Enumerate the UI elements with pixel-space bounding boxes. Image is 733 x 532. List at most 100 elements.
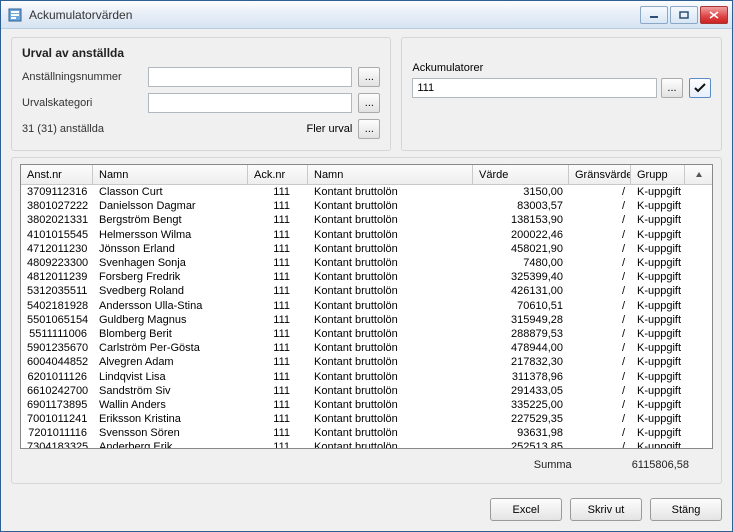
ack-browse-button[interactable]: ... — [661, 78, 683, 98]
grid-header[interactable]: Anst.nr Namn Ack.nr Namn Värde Gränsvärd… — [21, 165, 712, 185]
table-row[interactable]: 3802021331Bergström Bengt111Kontant brut… — [21, 213, 712, 227]
cell-grans: / — [569, 314, 631, 326]
cell-grupp: K-uppgift — [631, 186, 685, 198]
table-row[interactable]: 7304183325Anderberg Erik111Kontant brutt… — [21, 440, 712, 448]
cell-grupp: K-uppgift — [631, 385, 685, 397]
cell-ack: 111 — [248, 427, 308, 439]
group-urval: Urval av anställda Anställningsnummer ..… — [11, 37, 391, 151]
urval-browse-button[interactable]: ... — [358, 93, 380, 113]
table-row[interactable]: 3801027222Danielsson Dagmar111Kontant br… — [21, 199, 712, 213]
window-controls — [640, 6, 728, 24]
cell-val: 227529,35 — [473, 413, 569, 425]
col-namn[interactable]: Namn — [93, 165, 248, 184]
cell-namn2: Kontant bruttolön — [308, 385, 473, 397]
table-row[interactable]: 6004044852Alvegren Adam111Kontant brutto… — [21, 355, 712, 369]
cell-namn2: Kontant bruttolön — [308, 399, 473, 411]
cell-grupp: K-uppgift — [631, 413, 685, 425]
cell-ack: 111 — [248, 356, 308, 368]
cell-grans: / — [569, 229, 631, 241]
minimize-button[interactable] — [640, 6, 668, 24]
apply-button[interactable] — [689, 78, 711, 98]
table-row[interactable]: 4809223300Svenhagen Sonja111Kontant brut… — [21, 256, 712, 270]
cell-grupp: K-uppgift — [631, 300, 685, 312]
cell-ack: 111 — [248, 285, 308, 297]
cell-namn: Svedberg Roland — [93, 285, 248, 297]
cell-anst: 5901235670 — [21, 342, 93, 354]
close-dialog-button[interactable]: Stäng — [650, 498, 722, 521]
cell-grans: / — [569, 200, 631, 212]
table-row[interactable]: 6901173895Wallin Anders111Kontant brutto… — [21, 398, 712, 412]
excel-button[interactable]: Excel — [490, 498, 562, 521]
filters-row: Urval av anställda Anställningsnummer ..… — [11, 37, 722, 151]
cell-val: 288879,53 — [473, 328, 569, 340]
cell-anst: 5501065154 — [21, 314, 93, 326]
cell-anst: 5312035511 — [21, 285, 93, 297]
table-row[interactable]: 3709112316Classon Curt111Kontant bruttol… — [21, 185, 712, 199]
table-row[interactable]: 5901235670Carlström Per-Gösta111Kontant … — [21, 341, 712, 355]
print-button[interactable]: Skriv ut — [570, 498, 642, 521]
cell-grans: / — [569, 257, 631, 269]
cell-namn: Andersson Ulla-Stina — [93, 300, 248, 312]
cell-anst: 7304183325 — [21, 441, 93, 448]
anst-input[interactable] — [148, 67, 352, 87]
urval-input[interactable] — [148, 93, 352, 113]
cell-val: 70610,51 — [473, 300, 569, 312]
cell-anst: 6004044852 — [21, 356, 93, 368]
cell-grans: / — [569, 328, 631, 340]
col-namn2[interactable]: Namn — [308, 165, 473, 184]
table-row[interactable]: 5402181928Andersson Ulla-Stina111Kontant… — [21, 299, 712, 313]
col-ack[interactable]: Ack.nr — [248, 165, 308, 184]
col-grupp[interactable]: Grupp — [631, 165, 685, 184]
cell-grans: / — [569, 441, 631, 448]
table-row[interactable]: 4101015545Helmersson Wilma111Kontant bru… — [21, 228, 712, 242]
cell-namn2: Kontant bruttolön — [308, 356, 473, 368]
anst-browse-button[interactable]: ... — [358, 67, 380, 87]
cell-namn2: Kontant bruttolön — [308, 300, 473, 312]
cell-ack: 111 — [248, 186, 308, 198]
grid-body[interactable]: 3709112316Classon Curt111Kontant bruttol… — [21, 185, 712, 448]
table-row[interactable]: 5511111006Blomberg Berit111Kontant brutt… — [21, 327, 712, 341]
titlebar[interactable]: Ackumulatorvärden — [1, 1, 732, 29]
ack-input[interactable] — [412, 78, 657, 98]
cell-anst: 6201011126 — [21, 371, 93, 383]
table-row[interactable]: 6610242700Sandström Siv111Kontant brutto… — [21, 384, 712, 398]
cell-val: 252513,85 — [473, 441, 569, 448]
maximize-button[interactable] — [670, 6, 698, 24]
cell-grupp: K-uppgift — [631, 371, 685, 383]
table-row[interactable]: 6201011126Lindqvist Lisa111Kontant brutt… — [21, 369, 712, 383]
cell-anst: 4712011230 — [21, 243, 93, 255]
table-group: Anst.nr Namn Ack.nr Namn Värde Gränsvärd… — [11, 157, 722, 484]
app-icon — [7, 7, 23, 23]
cell-grans: / — [569, 300, 631, 312]
col-tail[interactable] — [685, 165, 712, 184]
data-grid[interactable]: Anst.nr Namn Ack.nr Namn Värde Gränsvärd… — [20, 164, 713, 449]
cell-ack: 111 — [248, 257, 308, 269]
table-row[interactable]: 5501065154Guldberg Magnus111Kontant brut… — [21, 313, 712, 327]
table-row[interactable]: 4812011239Forsberg Fredrik111Kontant bru… — [21, 270, 712, 284]
col-val[interactable]: Värde — [473, 165, 569, 184]
more-urval-label: Fler urval — [307, 123, 353, 135]
anst-label: Anställningsnummer — [22, 71, 142, 83]
summary-row: Summa 6115806,58 — [20, 449, 713, 471]
cell-val: 200022,46 — [473, 229, 569, 241]
cell-ack: 111 — [248, 371, 308, 383]
cell-grans: / — [569, 214, 631, 226]
cell-grans: / — [569, 186, 631, 198]
table-row[interactable]: 5312035511Svedberg Roland111Kontant brut… — [21, 284, 712, 298]
cell-grans: / — [569, 385, 631, 397]
cell-ack: 111 — [248, 441, 308, 448]
table-row[interactable]: 4712011230Jönsson Erland111Kontant brutt… — [21, 242, 712, 256]
close-button[interactable] — [700, 6, 728, 24]
cell-ack: 111 — [248, 229, 308, 241]
col-anst[interactable]: Anst.nr — [21, 165, 93, 184]
table-row[interactable]: 7201011116Svensson Sören111Kontant brutt… — [21, 426, 712, 440]
cell-grupp: K-uppgift — [631, 314, 685, 326]
table-row[interactable]: 7001011241Eriksson Kristina111Kontant br… — [21, 412, 712, 426]
cell-grupp: K-uppgift — [631, 427, 685, 439]
more-urval-button[interactable]: ... — [358, 119, 380, 139]
cell-namn: Guldberg Magnus — [93, 314, 248, 326]
cell-grupp: K-uppgift — [631, 441, 685, 448]
cell-namn2: Kontant bruttolön — [308, 371, 473, 383]
col-grans[interactable]: Gränsvärde — [569, 165, 631, 184]
cell-grupp: K-uppgift — [631, 285, 685, 297]
